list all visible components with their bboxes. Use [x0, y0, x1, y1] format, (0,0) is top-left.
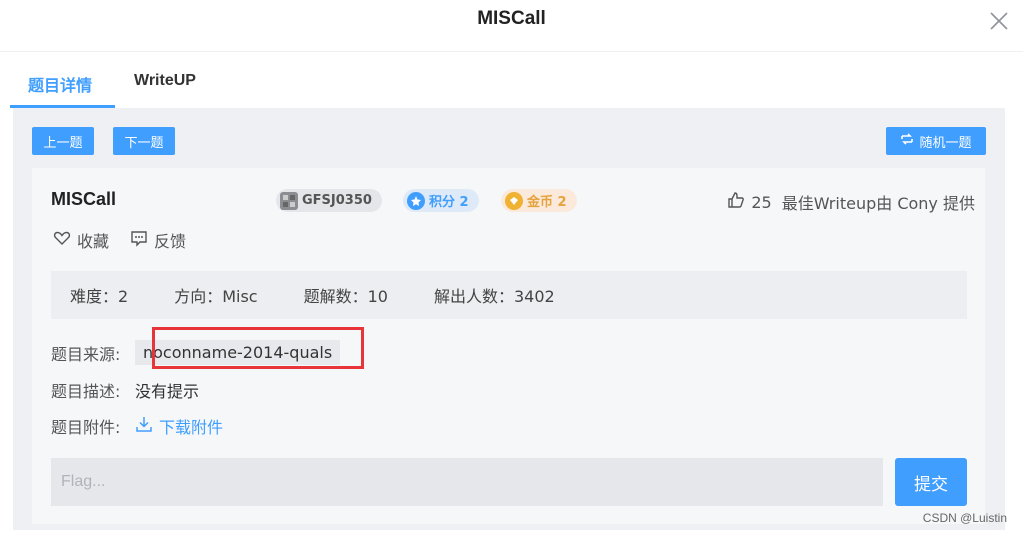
stat-solvers: 解出人数：3402 — [433, 287, 555, 306]
score-icon — [407, 191, 425, 210]
avatar-icon — [280, 191, 298, 210]
prev-button[interactable]: 上一题 — [32, 127, 94, 155]
feedback-button[interactable]: 反馈 — [130, 228, 186, 252]
attachment-row: 题目附件: 下载附件 — [51, 414, 223, 438]
coin-icon — [505, 191, 523, 210]
description-label: 题目描述: — [51, 382, 121, 401]
flag-input[interactable] — [51, 458, 883, 506]
coin-value: 金币 2 — [527, 195, 567, 210]
tab-writeup[interactable]: WriteUP — [134, 72, 196, 90]
source-label: 题目来源: — [51, 344, 121, 364]
tab-bar: 题目详情 WriteUP — [0, 52, 1023, 108]
random-button-label: 随机一题 — [919, 135, 972, 151]
writeup-info: 25 最佳Writeup由 Cony 提供 — [727, 190, 975, 214]
feedback-icon — [130, 229, 148, 251]
shuffle-icon — [900, 132, 914, 150]
challenge-id-badge: GFSJ0350 — [276, 189, 382, 212]
heart-icon — [53, 229, 71, 251]
challenge-title: MISCall — [51, 189, 117, 209]
download-icon — [135, 415, 153, 437]
stats-bar: 难度：2 方向：Misc 题解数：10 解出人数：3402 — [51, 271, 967, 319]
tab-details[interactable]: 题目详情 — [28, 72, 92, 96]
modal-title: MISCall — [477, 8, 546, 29]
challenge-modal: MISCall 题目详情 WriteUP 上一题 下一题 随机一题 MISCal… — [0, 0, 1023, 533]
coin-badge: 金币 2 — [501, 189, 577, 212]
description-text: 没有提示 — [135, 382, 200, 401]
writeup-credit: 最佳Writeup由 Cony 提供 — [781, 194, 975, 213]
download-label: 下载附件 — [159, 418, 224, 437]
challenge-content: 上一题 下一题 随机一题 MISCall GFSJ0350 积分 2 金币 2 … — [13, 108, 1005, 530]
close-icon[interactable] — [989, 11, 1009, 31]
score-value: 积分 2 — [429, 195, 469, 210]
score-badge: 积分 2 — [403, 189, 479, 212]
description-row: 题目描述: 没有提示 — [51, 378, 199, 402]
stat-direction: 方向：Misc — [174, 287, 258, 306]
download-attachment-link[interactable]: 下载附件 — [135, 414, 223, 438]
thumbs-up-icon[interactable] — [727, 191, 745, 213]
modal-header: MISCall — [0, 0, 1023, 52]
submit-button[interactable]: 提交 — [895, 458, 967, 506]
challenge-card: MISCall GFSJ0350 积分 2 金币 2 25 最佳Writeup由… — [32, 168, 985, 524]
like-count: 25 — [751, 192, 772, 212]
feedback-label: 反馈 — [154, 232, 187, 251]
attachment-label: 题目附件: — [51, 418, 121, 437]
stat-solves: 题解数：10 — [303, 287, 388, 306]
favorite-label: 收藏 — [77, 232, 110, 251]
favorite-button[interactable]: 收藏 — [53, 228, 109, 252]
watermark: CSDN @Luistin — [922, 511, 1007, 525]
random-button[interactable]: 随机一题 — [886, 127, 986, 155]
highlight-box — [152, 327, 364, 369]
next-button[interactable]: 下一题 — [113, 127, 175, 155]
challenge-id: GFSJ0350 — [302, 193, 372, 208]
stat-difficulty: 难度：2 — [70, 287, 129, 306]
